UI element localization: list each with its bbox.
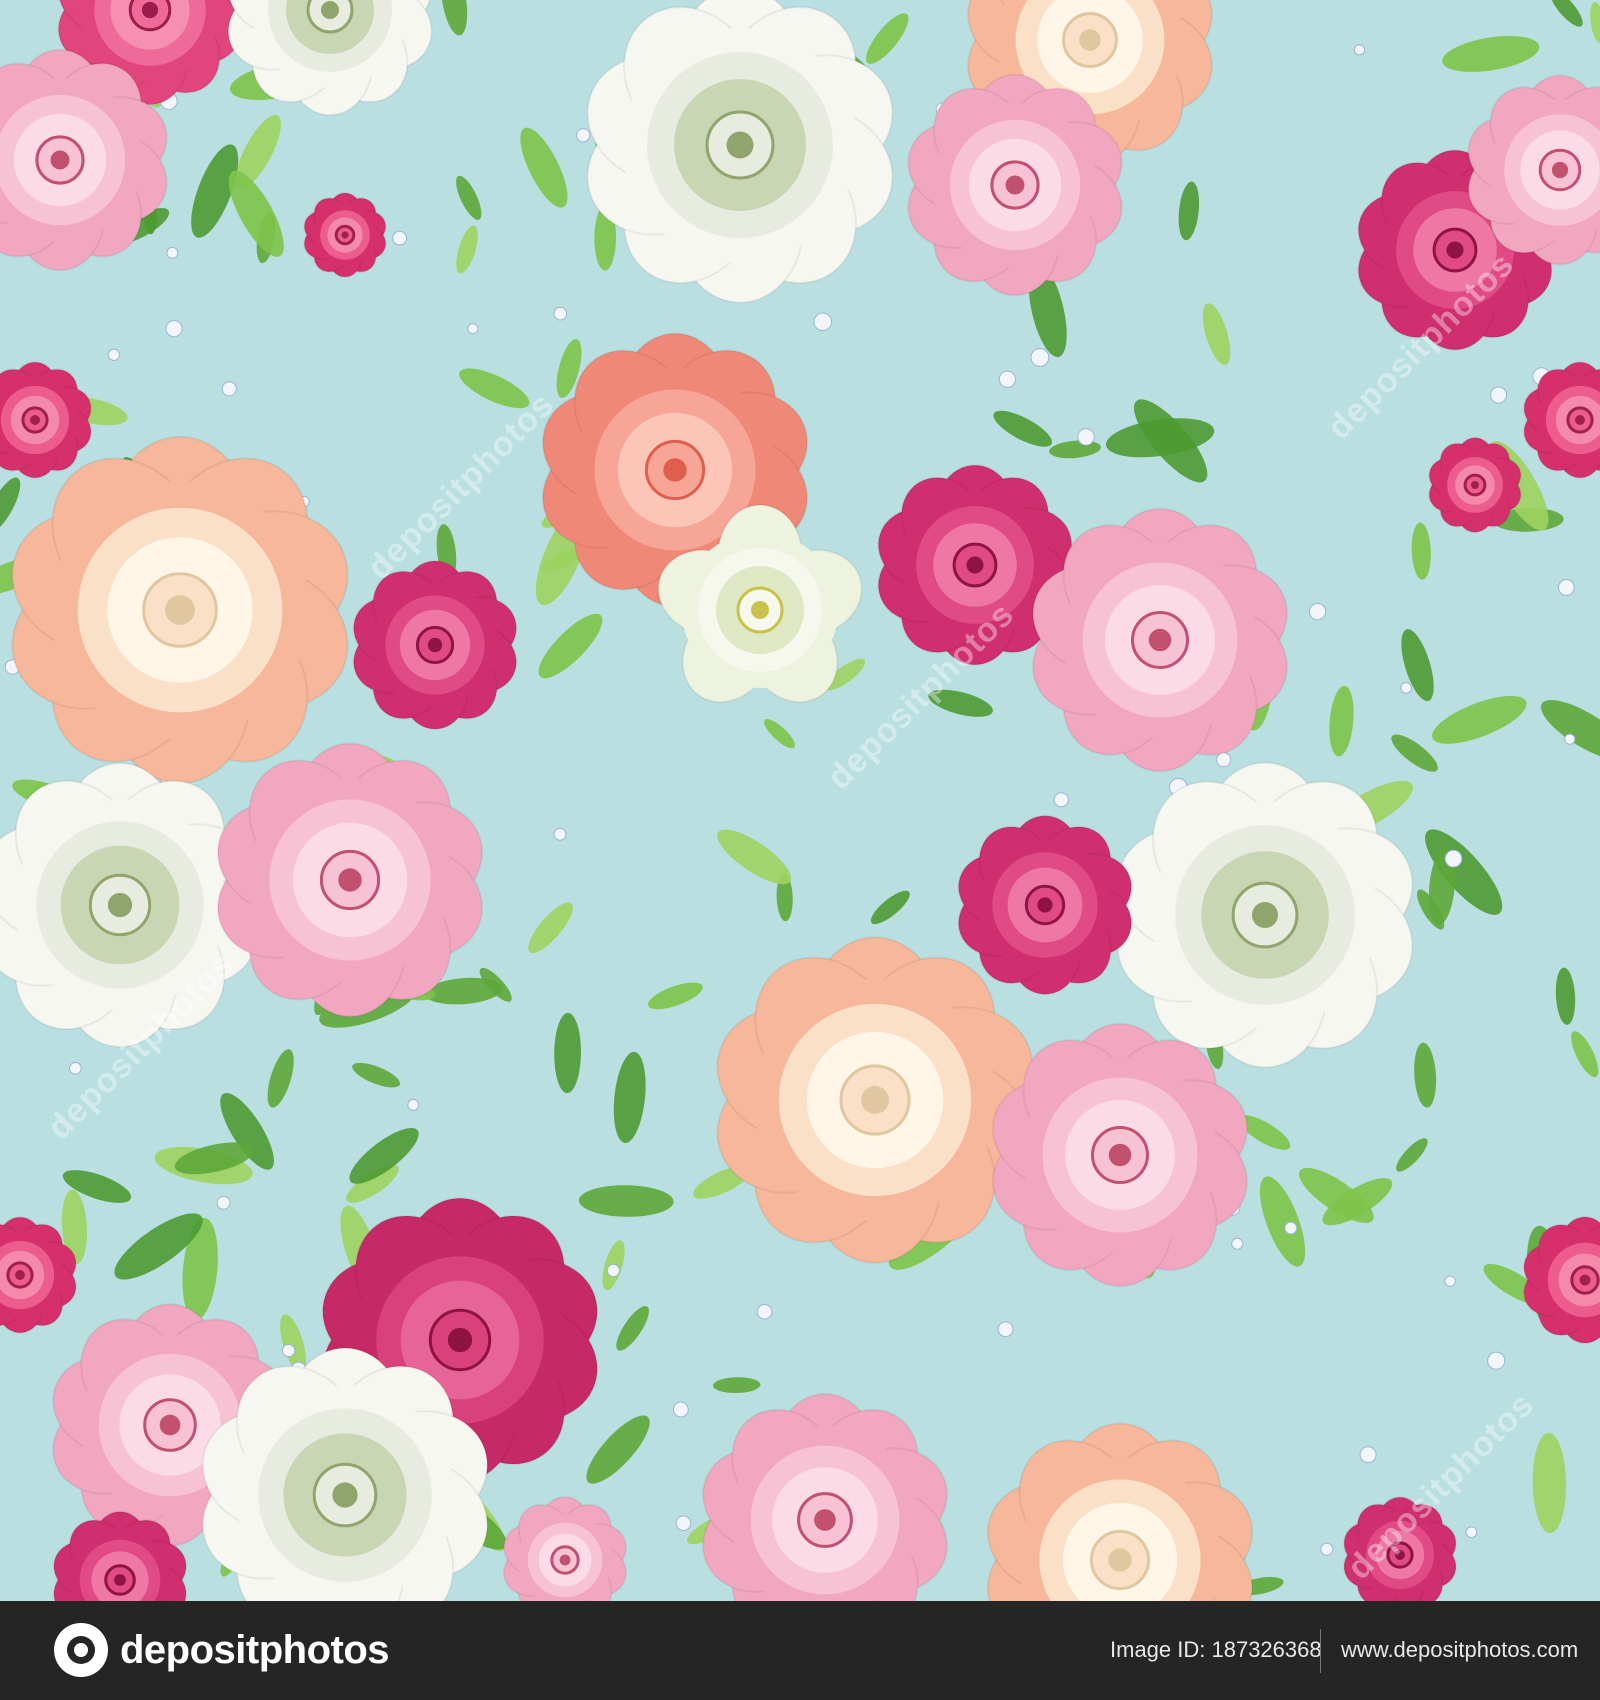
- small-bell-flower: [1564, 733, 1576, 745]
- flower-rose-magenta: [352, 560, 518, 730]
- leaf: [0, 477, 21, 533]
- leaf: [1432, 695, 1527, 744]
- leaf: [554, 1012, 581, 1094]
- leaf: [1532, 1432, 1567, 1534]
- leaf: [712, 1377, 761, 1394]
- flower-rose-bud: [1523, 361, 1600, 479]
- leaf: [267, 1049, 294, 1108]
- leaf: [456, 225, 478, 274]
- footer-divider: [1320, 1629, 1321, 1673]
- leaf: [1590, 2, 1600, 44]
- flower-ranunculus-cream: [986, 1422, 1254, 1601]
- small-bell-flower: [672, 1401, 689, 1418]
- small-bell-flower: [407, 1098, 420, 1111]
- flower-ranunculus-white: [586, 0, 894, 304]
- flower-ranunculus-white: [227, 0, 433, 116]
- small-bell-flower: [166, 246, 179, 259]
- leaf: [586, 1415, 650, 1484]
- small-bell-flower: [998, 370, 1016, 388]
- small-bell-flower: [553, 827, 567, 841]
- small-bell-flower: [1489, 386, 1508, 404]
- leaf: [1049, 440, 1101, 459]
- site-url-link[interactable]: www.depositphotos.com: [1341, 1637, 1578, 1663]
- flower-rose-magenta: [957, 814, 1133, 996]
- leaf: [1414, 1042, 1437, 1108]
- small-bell-flower: [813, 312, 833, 332]
- small-bell-flower: [553, 306, 568, 321]
- leaf: [1550, 0, 1583, 27]
- small-bell-flower: [107, 348, 120, 361]
- flower-ranunculus-pink: [702, 1393, 948, 1601]
- leaf: [717, 829, 792, 885]
- small-bell-flower: [1053, 792, 1069, 808]
- small-bell-flower: [165, 320, 183, 338]
- small-bell-flower: [1400, 682, 1412, 694]
- small-bell-flower: [281, 1343, 296, 1358]
- leaf: [764, 719, 795, 749]
- small-bell-flower: [221, 381, 237, 397]
- small-bell-flower: [606, 1263, 620, 1278]
- logo-text: depositphotos: [120, 1627, 390, 1672]
- small-bell-flower: [1444, 849, 1463, 868]
- small-bell-flower: [1231, 1237, 1244, 1250]
- leaf: [648, 982, 703, 1010]
- leaf: [1540, 699, 1600, 761]
- leaf: [1396, 1138, 1428, 1172]
- small-bell-flower: [1465, 1526, 1478, 1539]
- flower-rose-magenta: [1343, 1496, 1457, 1601]
- leaf: [870, 890, 910, 925]
- leaf: [1202, 303, 1231, 365]
- small-bell-flower: [1284, 1221, 1298, 1235]
- leaf: [1178, 181, 1200, 241]
- small-bell-flower: [1320, 1542, 1334, 1556]
- small-bell-flower: [1557, 579, 1575, 596]
- small-bell-flower: [1444, 1275, 1456, 1287]
- leaf: [459, 368, 530, 409]
- leaf: [228, 170, 284, 257]
- leaf: [538, 613, 603, 679]
- small-bell-flower: [1487, 1351, 1506, 1370]
- small-bell-flower: [675, 1515, 692, 1531]
- small-bell-flower: [216, 1195, 231, 1210]
- small-bell-flower: [1359, 1446, 1377, 1464]
- leaf: [616, 1306, 649, 1351]
- leaf: [578, 1185, 674, 1217]
- small-bell-flower: [575, 128, 591, 143]
- leaf: [866, 13, 909, 64]
- leaf: [456, 175, 482, 220]
- leaf: [1555, 967, 1576, 1025]
- small-bell-flower: [997, 1321, 1014, 1338]
- footer-bar: depositphotos Image ID: 187326368 www.de…: [0, 1601, 1600, 1700]
- small-bell-flower: [467, 323, 479, 335]
- leaf: [520, 127, 568, 208]
- image-id-label: Image ID: 187326368: [1110, 1637, 1322, 1662]
- small-bell-flower: [756, 1303, 773, 1320]
- small-bell-flower: [1308, 603, 1327, 621]
- small-bell-flower: [1077, 428, 1095, 446]
- leaf: [441, 0, 468, 36]
- flower-rose-bud: [0, 361, 92, 479]
- floral-pattern-image: depositphotos depositphotos depositphoto…: [0, 0, 1600, 1601]
- logo-icon: [54, 1623, 108, 1677]
- small-bell-flower: [69, 1061, 82, 1075]
- leaf: [352, 1062, 401, 1088]
- leaf: [1411, 522, 1431, 580]
- leaf: [528, 902, 573, 953]
- leaf: [1329, 685, 1354, 757]
- flower-rose-bud: [1523, 1216, 1600, 1344]
- leaf: [993, 410, 1052, 447]
- depositphotos-logo[interactable]: depositphotos: [54, 1623, 390, 1677]
- flower-ranunculus-pink: [503, 1496, 627, 1601]
- small-bell-flower: [1030, 347, 1050, 367]
- flower-rose-bud: [303, 192, 387, 278]
- leaf: [1442, 35, 1540, 72]
- small-bell-flower: [1353, 44, 1366, 56]
- leaf: [1571, 1031, 1599, 1078]
- leaf: [928, 689, 993, 717]
- leaf: [1401, 629, 1434, 702]
- floral-pattern-artwork: [0, 0, 1600, 1601]
- leaf: [613, 1051, 646, 1144]
- flower-ranunculus-cream: [11, 435, 349, 785]
- small-bell-flower: [392, 230, 408, 246]
